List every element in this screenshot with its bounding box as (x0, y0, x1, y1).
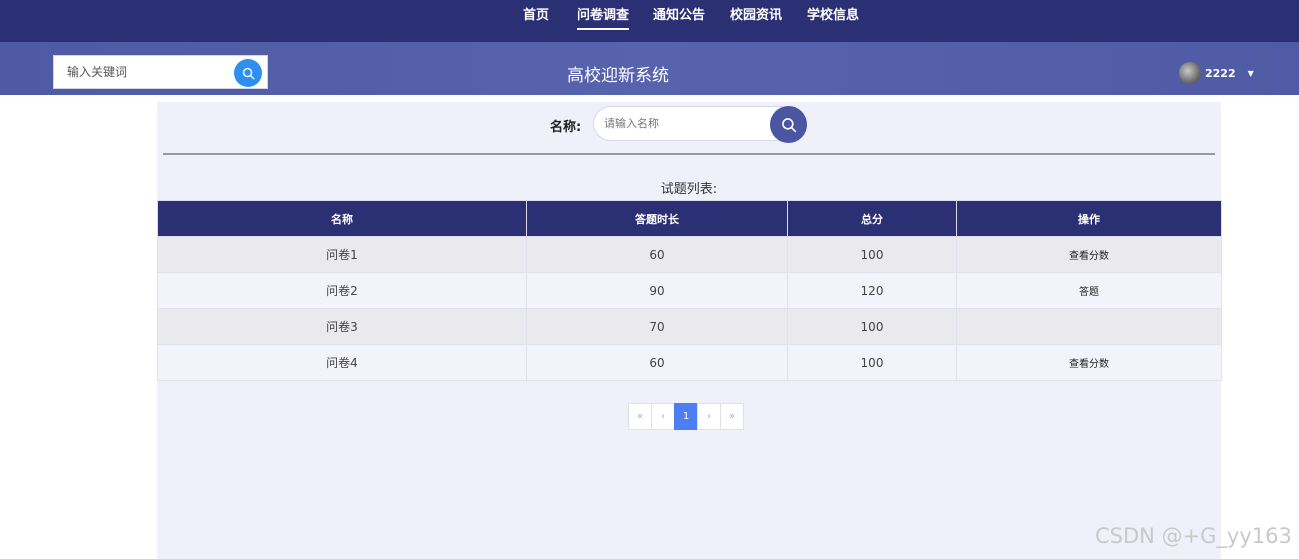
name-filter-label: 名称: (550, 120, 582, 135)
name-filter-input[interactable] (593, 106, 783, 141)
cell-name: 问卷4 (157, 344, 527, 381)
cell-score: 120 (787, 272, 957, 309)
nav-item-notices[interactable]: 通知公告 (653, 8, 705, 30)
column-header-name: 名称 (157, 200, 527, 237)
page-1-button[interactable]: 1 (674, 403, 698, 430)
nav-item-school-info[interactable]: 学校信息 (807, 8, 859, 30)
main-content: 名称: 试题列表: 名称 答题时长 总分 操作 问卷1 60 100 查看分数 (157, 102, 1222, 559)
cell-score: 100 (787, 344, 957, 381)
nav-item-home[interactable]: 首页 (523, 8, 549, 30)
table-row: 问卷2 90 120 答题 (157, 272, 1222, 309)
list-title: 试题列表: (660, 182, 718, 197)
cell-name: 问卷2 (157, 272, 527, 309)
divider (163, 153, 1215, 155)
cell-action-empty (956, 308, 1222, 345)
column-header-action: 操作 (956, 200, 1222, 237)
view-score-link[interactable]: 查看分数 (956, 344, 1222, 381)
cell-name: 问卷1 (157, 236, 527, 273)
header-bar: 高校迎新系统 2222 ▼ (0, 42, 1299, 95)
pagination: « ‹ 1 › » (628, 403, 744, 430)
watermark: CSDN @+G_yy163 (1095, 524, 1292, 548)
cell-score: 100 (787, 308, 957, 345)
site-title: 高校迎新系统 (567, 66, 669, 86)
table-row: 问卷4 60 100 查看分数 (157, 344, 1222, 381)
name-search-button[interactable] (770, 106, 807, 143)
username: 2222 (1205, 66, 1236, 80)
survey-table: 名称 答题时长 总分 操作 问卷1 60 100 查看分数 问卷2 90 120… (157, 200, 1222, 381)
name-filter (593, 106, 807, 143)
first-page-button[interactable]: « (628, 403, 652, 430)
avatar (1179, 62, 1201, 84)
next-page-button[interactable]: › (697, 403, 721, 430)
nav-item-survey[interactable]: 问卷调查 (577, 8, 630, 30)
cell-duration: 90 (526, 272, 788, 309)
nav-item-campus-news[interactable]: 校园资讯 (730, 8, 782, 30)
table-row: 问卷3 70 100 (157, 308, 1222, 345)
caret-down-icon: ▼ (1247, 68, 1254, 78)
table-header-row: 名称 答题时长 总分 操作 (157, 200, 1222, 237)
table-row: 问卷1 60 100 查看分数 (157, 236, 1222, 273)
search-icon (781, 117, 796, 132)
last-page-button[interactable]: » (720, 403, 744, 430)
view-score-link[interactable]: 查看分数 (956, 236, 1222, 273)
user-menu[interactable]: 2222 ▼ (1179, 62, 1254, 84)
prev-page-button[interactable]: ‹ (651, 403, 675, 430)
answer-link[interactable]: 答题 (956, 272, 1222, 309)
cell-duration: 70 (526, 308, 788, 345)
column-header-duration: 答题时长 (526, 200, 788, 237)
cell-name: 问卷3 (157, 308, 527, 345)
top-navigation: 首页 问卷调查 通知公告 校园资讯 学校信息 (0, 0, 1299, 42)
cell-duration: 60 (526, 236, 788, 273)
cell-score: 100 (787, 236, 957, 273)
column-header-score: 总分 (787, 200, 957, 237)
cell-duration: 60 (526, 344, 788, 381)
